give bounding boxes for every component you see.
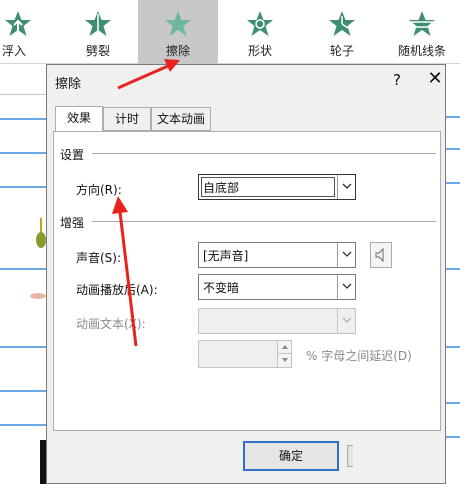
slide-blue-line xyxy=(0,390,46,392)
slide-blue-line xyxy=(0,186,46,188)
help-button[interactable]: ? xyxy=(387,69,407,91)
wipe-effect-dialog: 擦除 ? ✕ 效果 计时 文本动画 设置 方向(R): 自底部 增强 声音(S)… xyxy=(46,64,446,484)
slide-blue-line xyxy=(0,268,46,270)
settings-header: 设置 xyxy=(60,148,85,162)
enhance-divider xyxy=(92,221,436,222)
slide-blue-line xyxy=(446,402,460,404)
letter-delay-label: % 字母之间延迟(D) xyxy=(306,349,412,363)
after-animation-select[interactable]: 不变暗 xyxy=(198,274,356,300)
sound-label: 声音(S): xyxy=(76,251,122,265)
slide-blue-line xyxy=(446,116,460,118)
slide-blue-line xyxy=(0,424,46,426)
sound-value: [无声音] xyxy=(203,249,249,263)
slide-blue-line xyxy=(0,152,46,154)
animate-text-label: 动画文本(X): xyxy=(76,317,146,331)
direction-label: 方向(R): xyxy=(76,183,122,197)
random-bars-star-icon xyxy=(409,11,435,36)
direction-value: 自底部 xyxy=(203,181,240,195)
slide-blue-line xyxy=(446,346,460,348)
chevron-down-icon xyxy=(342,283,352,289)
ribbon-shape-label: 形状 xyxy=(247,44,272,58)
slide-blue-line xyxy=(446,268,460,270)
tab-effect[interactable]: 效果 xyxy=(55,106,103,132)
ribbon-float-in-label: 浮入 xyxy=(2,44,27,58)
sound-volume-button[interactable] xyxy=(370,242,392,268)
after-animation-value: 不变暗 xyxy=(203,281,240,295)
settings-divider xyxy=(92,153,436,154)
dialog-title: 擦除 xyxy=(55,77,82,92)
ribbon-random-bars-label: 随机线条 xyxy=(397,44,446,58)
spin-down-button[interactable] xyxy=(277,354,291,367)
chevron-down-icon xyxy=(342,251,352,257)
chevron-down-icon xyxy=(342,317,352,323)
chevron-down-icon xyxy=(342,183,352,189)
slide-blue-line xyxy=(446,182,460,184)
wipe-star-icon xyxy=(165,11,191,36)
shape-star-icon xyxy=(247,11,273,36)
sound-dropdown-button[interactable] xyxy=(337,243,355,267)
direction-select[interactable]: 自底部 xyxy=(198,174,356,200)
effect-panel: 设置 方向(R): 自底部 增强 声音(S): [无声音] 动画播放后(A): … xyxy=(53,131,441,431)
slide-blue-line xyxy=(446,436,460,438)
ribbon-float-in[interactable]: 浮入 xyxy=(0,0,34,64)
ribbon-shape[interactable]: 形状 xyxy=(220,0,300,64)
animate-text-select[interactable] xyxy=(198,308,356,334)
wheel-star-icon xyxy=(329,11,355,36)
ribbon-wheel-label: 轮子 xyxy=(329,44,354,58)
letter-delay-spinner[interactable] xyxy=(198,340,292,368)
animate-text-dropdown-button[interactable] xyxy=(337,309,355,333)
ribbon-random-bars[interactable]: 随机线条 xyxy=(384,0,460,64)
tab-timing[interactable]: 计时 xyxy=(103,107,151,131)
sound-select[interactable]: [无声音] xyxy=(198,242,356,268)
ribbon-split[interactable]: 劈裂 xyxy=(60,0,136,64)
plant-decoration-icon xyxy=(36,218,46,248)
ribbon-wheel[interactable]: 轮子 xyxy=(302,0,382,64)
speaker-icon xyxy=(375,247,384,263)
ribbon-wipe[interactable]: 擦除 xyxy=(138,0,218,64)
ribbon-split-label: 劈裂 xyxy=(85,44,110,58)
slide-blue-line xyxy=(446,148,460,150)
enhance-header: 增强 xyxy=(60,216,85,230)
slide-blue-line xyxy=(0,118,46,120)
tab-text-animation[interactable]: 文本动画 xyxy=(151,107,211,131)
spin-up-icon xyxy=(282,345,288,349)
ok-button[interactable]: 确定 xyxy=(243,441,339,471)
spin-down-icon xyxy=(282,358,288,362)
paw-decoration-icon xyxy=(30,293,46,299)
after-animation-label: 动画播放后(A): xyxy=(76,283,158,297)
after-animation-dropdown-button[interactable] xyxy=(337,275,355,299)
split-star-icon xyxy=(85,11,111,36)
ribbon-wipe-label: 擦除 xyxy=(165,44,190,58)
spin-up-button[interactable] xyxy=(277,341,291,354)
close-button[interactable]: ✕ xyxy=(423,67,447,91)
float-in-star-icon xyxy=(5,11,31,36)
slide-blue-line xyxy=(0,346,46,348)
direction-dropdown-button[interactable] xyxy=(337,175,355,199)
animation-ribbon: 浮入 劈裂 擦除 形状 轮子 随机线条 xyxy=(0,0,460,64)
slide-right-edge xyxy=(446,64,460,484)
cancel-button-edge[interactable] xyxy=(347,445,353,467)
